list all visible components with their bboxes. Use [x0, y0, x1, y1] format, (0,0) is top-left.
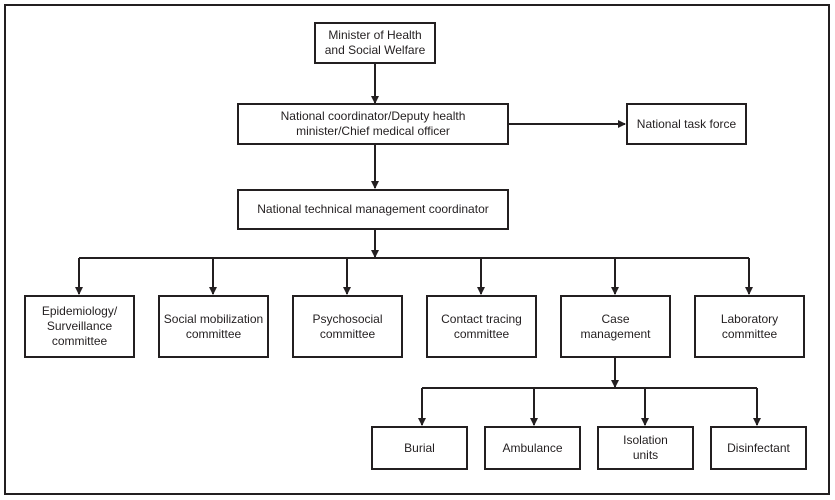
node-case-management: Case management — [560, 295, 671, 358]
node-contact-tracing-committee: Contact tracing committee — [426, 295, 537, 358]
node-isolation-units: Isolation units — [597, 426, 694, 470]
node-disinfectant: Disinfectant — [710, 426, 807, 470]
node-technical-coordinator: National technical management coordinato… — [237, 189, 509, 230]
node-national-task-force: National task force — [626, 103, 747, 145]
node-epidemiology-committee: Epidemiology/ Surveillance committee — [24, 295, 135, 358]
node-social-mobilization-committee: Social mobilization committee — [158, 295, 269, 358]
node-ambulance: Ambulance — [484, 426, 581, 470]
connector-lines — [75, 63, 761, 426]
node-burial: Burial — [371, 426, 468, 470]
node-psychosocial-committee: Psychosocial committee — [292, 295, 403, 358]
node-national-coordinator: National coordinator/Deputy health minis… — [237, 103, 509, 145]
node-laboratory-committee: Laboratory committee — [694, 295, 805, 358]
node-minister: Minister of Health and Social Welfare — [314, 22, 436, 64]
